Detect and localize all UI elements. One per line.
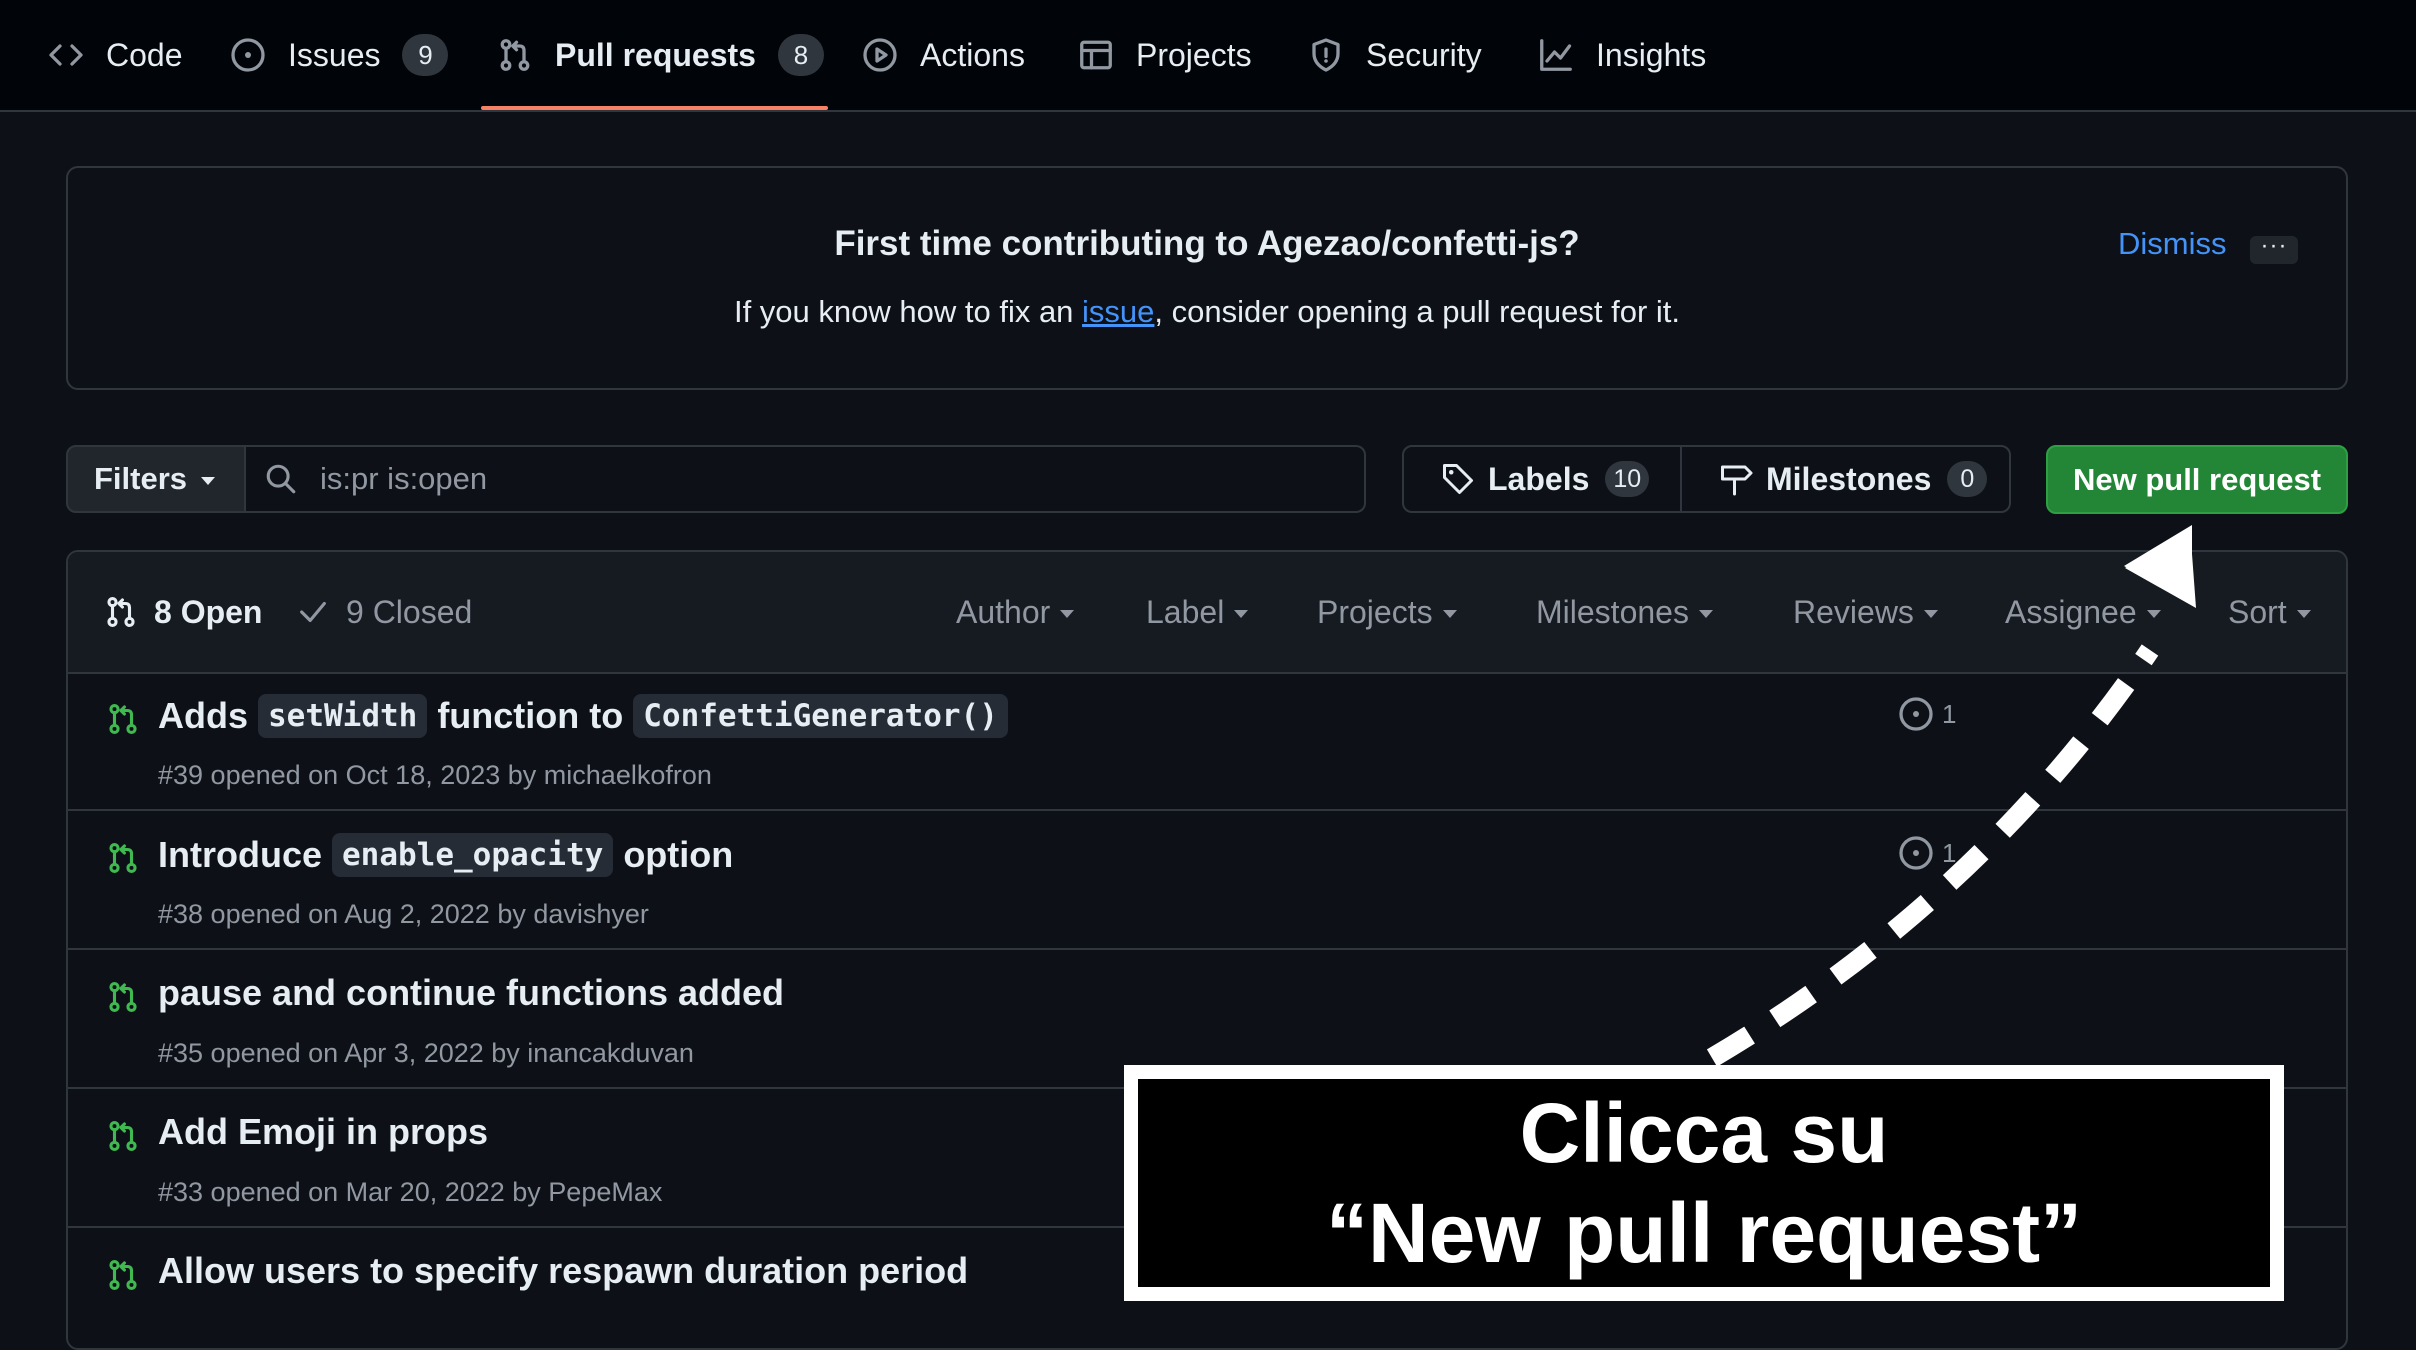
callout-line-1: Clicca su (1519, 1086, 1889, 1180)
instruction-callout: Clicca su “New pull request” (1124, 1065, 2284, 1301)
callout-line-2: “New pull request” (1325, 1186, 2083, 1280)
